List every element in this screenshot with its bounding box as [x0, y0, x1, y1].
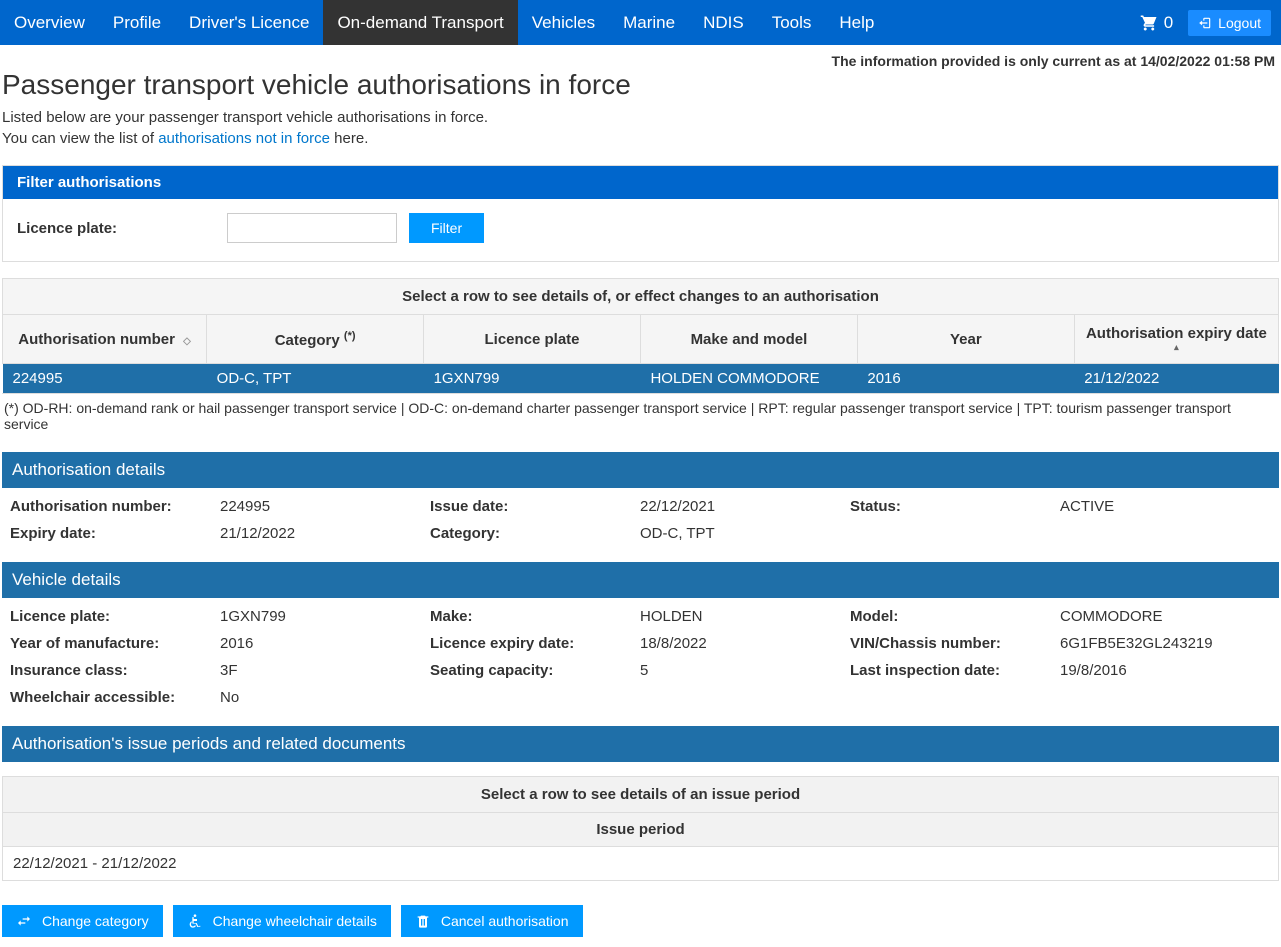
auth-table-caption: Select a row to see details of, or effec… — [2, 278, 1279, 314]
page-title: Passenger transport vehicle authorisatio… — [0, 69, 1281, 107]
cart-count: 0 — [1164, 13, 1173, 33]
vehicle-details-grid: Licence plate: 1GXN799 Make: HOLDEN Mode… — [0, 598, 1281, 712]
filter-button[interactable]: Filter — [409, 213, 484, 243]
lbl-category: Category: — [430, 525, 640, 542]
vehicle-details-heading: Vehicle details — [2, 562, 1279, 598]
val-status: ACTIVE — [1060, 498, 1271, 515]
col-make-model[interactable]: Make and model — [640, 315, 857, 364]
logout-button[interactable]: Logout — [1188, 10, 1271, 36]
val-auth-no: 224995 — [220, 498, 430, 515]
cancel-authorisation-button[interactable]: Cancel authorisation — [401, 905, 583, 937]
col-category[interactable]: Category (*) — [207, 315, 424, 364]
val-model: COMMODORE — [1060, 608, 1271, 625]
val-plate: 1GXN799 — [220, 608, 430, 625]
table-row[interactable]: 224995 OD-C, TPT 1GXN799 HOLDEN COMMODOR… — [3, 364, 1279, 394]
auth-details-grid: Authorisation number: 224995 Issue date:… — [0, 488, 1281, 548]
cancel-authorisation-label: Cancel authorisation — [441, 913, 569, 929]
val-expiry: 21/12/2022 — [220, 525, 430, 542]
category-footnote: (*) OD-RH: on-demand rank or hail passen… — [2, 393, 1279, 438]
cart-button[interactable]: 0 — [1128, 13, 1183, 33]
nav-ndis[interactable]: NDIS — [689, 0, 758, 45]
nav-profile[interactable]: Profile — [99, 0, 175, 45]
nav-marine[interactable]: Marine — [609, 0, 689, 45]
lbl-seating: Seating capacity: — [430, 662, 640, 679]
val-issue-date: 22/12/2021 — [640, 498, 850, 515]
col-year[interactable]: Year — [857, 315, 1074, 364]
intro-line-2: You can view the list of authorisations … — [0, 128, 1281, 149]
lbl-auth-no: Authorisation number: — [10, 498, 220, 515]
auth-table: Authorisation number ◇ Category (*) Lice… — [2, 314, 1279, 393]
lbl-vin: VIN/Chassis number: — [850, 635, 1060, 652]
issue-period-row[interactable]: 22/12/2021 - 21/12/2022 — [2, 847, 1279, 881]
change-category-label: Change category — [42, 913, 149, 929]
nav-overview[interactable]: Overview — [0, 0, 99, 45]
action-bar: Change category Change wheelchair detail… — [2, 905, 1279, 937]
change-category-button[interactable]: Change category — [2, 905, 163, 937]
val-make: HOLDEN — [640, 608, 850, 625]
val-wheelchair: No — [220, 689, 430, 706]
val-lic-expiry: 18/8/2022 — [640, 635, 850, 652]
nav-vehicles[interactable]: Vehicles — [518, 0, 609, 45]
val-yom: 2016 — [220, 635, 430, 652]
intro-post: here. — [330, 130, 368, 147]
lbl-model: Model: — [850, 608, 1060, 625]
swap-icon — [16, 913, 32, 929]
issue-period-caption: Select a row to see details of an issue … — [2, 776, 1279, 813]
nav-help[interactable]: Help — [825, 0, 888, 45]
issue-period-col[interactable]: Issue period — [2, 813, 1279, 847]
nav-on-demand-transport[interactable]: On-demand Transport — [323, 0, 517, 45]
cell-expiry: 21/12/2022 — [1074, 364, 1278, 394]
val-vin: 6G1FB5E32GL243219 — [1060, 635, 1271, 652]
lbl-status: Status: — [850, 498, 1060, 515]
nav-tools[interactable]: Tools — [758, 0, 826, 45]
lbl-yom: Year of manufacture: — [10, 635, 220, 652]
cell-auth-no: 224995 — [3, 364, 207, 394]
intro-pre: You can view the list of — [2, 130, 158, 147]
logout-icon — [1198, 16, 1212, 30]
logout-label: Logout — [1218, 15, 1261, 31]
lbl-make: Make: — [430, 608, 640, 625]
cell-category: OD-C, TPT — [207, 364, 424, 394]
top-nav: Overview Profile Driver's Licence On-dem… — [0, 0, 1281, 45]
licence-plate-input[interactable] — [227, 213, 397, 243]
auth-details-heading: Authorisation details — [2, 452, 1279, 488]
col-expiry[interactable]: Authorisation expiry date ▴ — [1074, 315, 1278, 364]
cell-year: 2016 — [857, 364, 1074, 394]
lbl-expiry: Expiry date: — [10, 525, 220, 542]
lbl-issue-date: Issue date: — [430, 498, 640, 515]
lbl-lic-expiry: Licence expiry date: — [430, 635, 640, 652]
col-auth-number[interactable]: Authorisation number ◇ — [3, 315, 207, 364]
sort-icon: ◇ — [183, 336, 191, 347]
lbl-ins-class: Insurance class: — [10, 662, 220, 679]
val-category: OD-C, TPT — [640, 525, 850, 542]
change-wheelchair-label: Change wheelchair details — [213, 913, 377, 929]
wheelchair-icon — [187, 913, 203, 929]
lbl-wheelchair: Wheelchair accessible: — [10, 689, 220, 706]
val-seating: 5 — [640, 662, 850, 679]
sort-asc-icon: ▴ — [1083, 342, 1270, 353]
intro-line-1: Listed below are your passenger transpor… — [0, 107, 1281, 128]
col-licence-plate[interactable]: Licence plate — [424, 315, 641, 364]
lbl-last-insp: Last inspection date: — [850, 662, 1060, 679]
val-last-insp: 19/8/2016 — [1060, 662, 1271, 679]
trash-icon — [415, 913, 431, 929]
licence-plate-label: Licence plate: — [17, 220, 227, 237]
change-wheelchair-button[interactable]: Change wheelchair details — [173, 905, 391, 937]
cell-make-model: HOLDEN COMMODORE — [640, 364, 857, 394]
lbl-plate: Licence plate: — [10, 608, 220, 625]
nav-drivers-licence[interactable]: Driver's Licence — [175, 0, 323, 45]
filter-panel-header: Filter authorisations — [3, 166, 1278, 199]
cell-plate: 1GXN799 — [424, 364, 641, 394]
not-in-force-link[interactable]: authorisations not in force — [158, 130, 330, 147]
val-ins-class: 3F — [220, 662, 430, 679]
issue-periods-heading: Authorisation's issue periods and relate… — [2, 726, 1279, 762]
auth-table-wrap: Select a row to see details of, or effec… — [2, 278, 1279, 438]
cart-icon — [1138, 14, 1160, 32]
filter-panel: Filter authorisations Licence plate: Fil… — [2, 165, 1279, 262]
